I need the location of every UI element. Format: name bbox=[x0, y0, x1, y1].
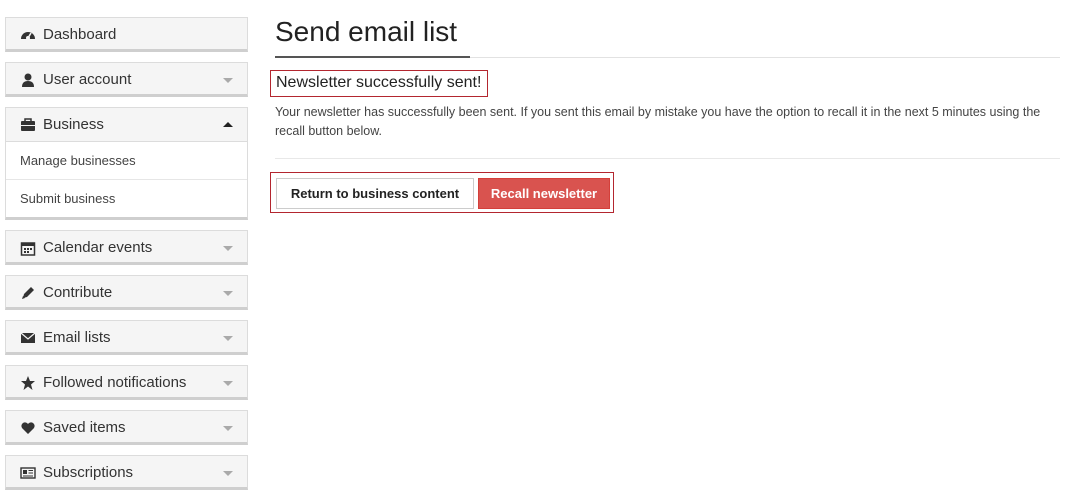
newspaper-icon bbox=[20, 465, 36, 481]
return-to-business-content-button[interactable]: Return to business content bbox=[276, 178, 474, 209]
sidebar-item-followed-notifications[interactable]: Followed notifications bbox=[5, 365, 248, 400]
page-title: Send email list bbox=[275, 16, 458, 47]
chevron-up-icon bbox=[223, 122, 233, 127]
chevron-down-icon bbox=[223, 381, 233, 386]
chevron-down-icon bbox=[223, 336, 233, 341]
sidebar-item-label: Followed notifications bbox=[43, 374, 187, 391]
sidebar-item-contribute[interactable]: Contribute bbox=[5, 275, 248, 310]
user-icon bbox=[20, 72, 36, 88]
briefcase-icon bbox=[20, 117, 36, 133]
sidebar-item-dashboard[interactable]: Dashboard bbox=[5, 17, 248, 52]
chevron-down-icon bbox=[223, 246, 233, 251]
chevron-down-icon bbox=[223, 426, 233, 431]
sidebar-subitem-manage-businesses[interactable]: Manage businesses bbox=[6, 142, 247, 179]
sidebar-item-saved-items[interactable]: Saved items bbox=[5, 410, 248, 445]
sidebar-item-email-lists[interactable]: Email lists bbox=[5, 320, 248, 355]
sidebar-item-user-account[interactable]: User account bbox=[5, 62, 248, 97]
sidebar-item-label: Business bbox=[43, 116, 104, 133]
sidebar-item-label: Email lists bbox=[43, 329, 111, 346]
business-submenu: Manage businesses Submit business bbox=[5, 142, 248, 220]
sidebar: Dashboard User account Business Manage b… bbox=[5, 17, 248, 500]
sidebar-item-label: Subscriptions bbox=[43, 464, 134, 481]
title-underline bbox=[275, 56, 470, 58]
star-icon bbox=[20, 375, 36, 391]
heart-icon bbox=[20, 420, 36, 436]
sidebar-item-subscriptions[interactable]: Subscriptions bbox=[5, 455, 248, 490]
sidebar-item-label: Contribute bbox=[43, 284, 113, 301]
sidebar-item-label: Dashboard bbox=[43, 26, 117, 43]
calendar-icon bbox=[20, 240, 36, 256]
sidebar-subitem-submit-business[interactable]: Submit business bbox=[6, 179, 247, 217]
sidebar-item-label: Saved items bbox=[43, 419, 126, 436]
alert-message: Your newsletter has successfully been se… bbox=[275, 105, 1041, 138]
chevron-down-icon bbox=[223, 471, 233, 476]
recall-newsletter-button[interactable]: Recall newsletter bbox=[478, 178, 610, 209]
chevron-down-icon bbox=[223, 291, 233, 296]
sidebar-item-label: User account bbox=[43, 71, 132, 88]
dashboard-icon bbox=[20, 27, 36, 43]
sidebar-item-label: Calendar events bbox=[43, 239, 153, 256]
content-divider bbox=[275, 158, 1060, 159]
sidebar-item-calendar-events[interactable]: Calendar events bbox=[5, 230, 248, 265]
sidebar-item-business[interactable]: Business bbox=[5, 107, 248, 142]
pencil-icon bbox=[20, 285, 36, 301]
alert-heading: Newsletter successfully sent! bbox=[270, 70, 489, 97]
envelope-icon bbox=[20, 330, 36, 346]
chevron-down-icon bbox=[223, 78, 233, 83]
action-button-group: Return to business content Recall newsle… bbox=[270, 172, 614, 213]
